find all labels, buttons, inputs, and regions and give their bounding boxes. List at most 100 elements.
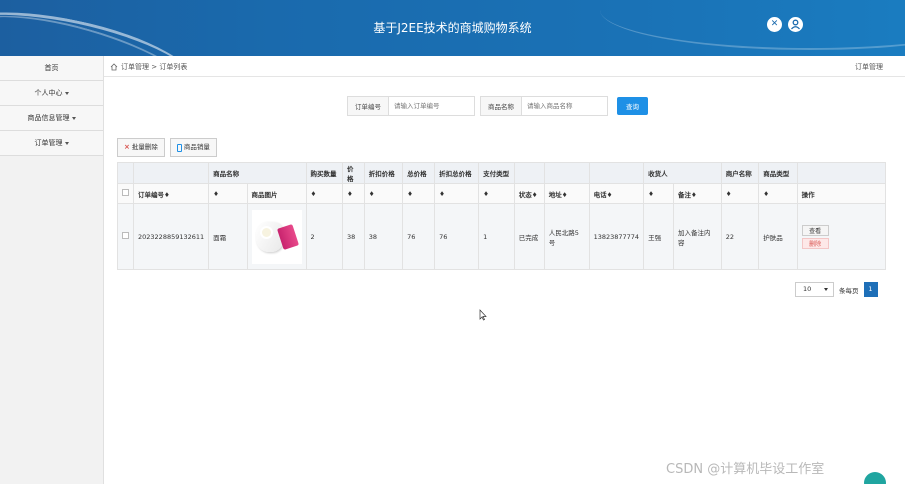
top-header: 基于J2EE技术的商城购物系统 ✕ (0, 0, 905, 56)
floating-action-button[interactable] (864, 472, 886, 484)
cell-discount-total: 76 (434, 203, 480, 270)
order-no-input[interactable] (389, 96, 475, 116)
col-receiver-sort[interactable]: ♦ (643, 183, 675, 204)
col-quantity-sort[interactable]: ♦ (305, 183, 344, 204)
cell-status: 已完成 (513, 203, 545, 270)
breadcrumb-bar: 订单管理 > 订单列表 订单管理 (104, 56, 905, 77)
breadcrumb-current: 订单管理 (855, 63, 883, 71)
sidebar-item-label: 首页 (44, 64, 59, 72)
watermark: CSDN @计算机毕设工作室 (666, 462, 825, 477)
caret-down-icon (64, 91, 69, 95)
page-number-button[interactable]: 1 (863, 282, 878, 297)
sort-icon: ♦ (483, 189, 489, 198)
cell-operations: 查看 删除 (796, 203, 887, 270)
header-cell (588, 162, 645, 184)
col-phone[interactable]: 电话♦ (588, 183, 645, 204)
cell-quantity: 2 (305, 203, 344, 270)
mouse-cursor-icon (479, 309, 487, 321)
sort-icon: ♦ (310, 189, 317, 198)
batch-delete-button[interactable]: × 批量删除 (117, 138, 165, 157)
sort-icon: ♦ (213, 189, 219, 198)
table-row: 2023228859132611 面霜 2 38 38 76 76 1 已完成 … (117, 203, 887, 270)
col-group-discount-total: 折扣总价格 (434, 162, 480, 184)
col-merchant-sort[interactable]: ♦ (720, 183, 760, 204)
cell-merchant: 22 (720, 203, 760, 270)
sort-icon: ♦ (648, 189, 654, 198)
close-icon: × (124, 143, 130, 151)
col-product-name-sort[interactable]: ♦ (208, 183, 248, 204)
col-order-no[interactable]: 订单编号♦ (132, 183, 210, 204)
col-operations: 操作 (796, 183, 887, 204)
sort-icon: ♦ (368, 189, 375, 198)
sidebar: 首页 个人中心 商品信息管理 订单管理 (0, 56, 104, 484)
order-table: 商品名称 购买数量 价格 折扣价格 总价格 折扣总价格 支付类型 收货人 商户名… (117, 162, 887, 270)
cell-receiver: 王强 (643, 203, 675, 270)
col-group-category: 商品类型 (758, 162, 798, 184)
cell-note: 加入备注内容 (673, 203, 722, 270)
col-total-sort[interactable]: ♦ (402, 183, 436, 204)
col-discount-total-sort[interactable]: ♦ (434, 183, 480, 204)
col-note[interactable]: 备注♦ (673, 183, 722, 204)
page-size-select[interactable]: 10 (795, 282, 834, 297)
sort-icon: ♦ (531, 190, 538, 199)
sidebar-item-home[interactable]: 首页 (0, 56, 103, 81)
col-label: 地址 (548, 190, 562, 199)
col-pay-type-sort[interactable]: ♦ (478, 183, 515, 204)
cell-discount-price: 38 (363, 203, 404, 270)
action-bar: × 批量删除 商品销量 (117, 138, 217, 157)
sort-icon: ♦ (725, 189, 732, 198)
sidebar-item-product-management[interactable]: 商品信息管理 (0, 106, 103, 131)
col-group-product-name: 商品名称 (208, 162, 307, 184)
col-label: 状态 (518, 190, 532, 199)
header-cell (513, 162, 545, 184)
user-icon[interactable] (788, 17, 803, 32)
sort-icon: ♦ (164, 190, 170, 199)
sidebar-item-label: 个人中心 (34, 89, 63, 97)
col-product-image: 商品图片 (246, 183, 307, 204)
mobile-icon (176, 143, 182, 152)
product-image (251, 209, 302, 264)
caret-down-icon (64, 141, 69, 145)
cell-pay-type: 1 (478, 203, 515, 270)
col-group-receiver: 收货人 (643, 162, 722, 184)
per-page-label: 条每页 (839, 286, 859, 295)
sales-button[interactable]: 商品销量 (169, 138, 217, 157)
col-discount-price-sort[interactable]: ♦ (363, 183, 404, 204)
col-label: 备注 (678, 190, 692, 199)
header-cell (543, 162, 590, 184)
select-all-checkbox[interactable] (117, 183, 134, 204)
settings-icon[interactable]: ✕ (767, 17, 782, 32)
delete-button[interactable]: 删除 (801, 237, 829, 249)
sort-icon: ♦ (561, 190, 568, 199)
sort-icon: ♦ (439, 189, 445, 198)
col-price-sort[interactable]: ♦ (342, 183, 365, 204)
sidebar-item-personal-center[interactable]: 个人中心 (0, 81, 103, 106)
col-group-total: 总价格 (402, 162, 436, 184)
col-group-pay-type: 支付类型 (478, 162, 515, 184)
sort-icon: ♦ (347, 189, 353, 198)
pagination: 10 条每页 1 (795, 282, 878, 297)
header-cell (796, 162, 887, 184)
col-address[interactable]: 地址♦ (543, 183, 590, 204)
view-button[interactable]: 查看 (801, 224, 829, 236)
col-group-discount-price: 折扣价格 (363, 162, 404, 184)
order-table-wrap: 商品名称 购买数量 价格 折扣价格 总价格 折扣总价格 支付类型 收货人 商户名… (117, 162, 887, 270)
col-group-quantity: 购买数量 (305, 162, 344, 184)
col-status[interactable]: 状态♦ (513, 183, 545, 204)
home-icon[interactable] (110, 63, 118, 71)
header-cell (132, 162, 210, 184)
product-name-input[interactable] (522, 96, 608, 116)
sidebar-item-order-management[interactable]: 订单管理 (0, 131, 103, 156)
cell-total: 76 (402, 203, 436, 270)
cell-price: 38 (342, 203, 365, 270)
row-checkbox[interactable] (117, 203, 134, 270)
order-no-label: 订单编号 (347, 96, 389, 116)
col-label: 电话 (593, 190, 607, 199)
sidebar-item-label: 商品信息管理 (27, 114, 70, 122)
search-button[interactable]: 查询 (617, 97, 648, 115)
cell-category: 护肤品 (758, 203, 798, 270)
cell-product-image (246, 203, 307, 270)
caret-down-icon (71, 116, 76, 120)
sort-icon: ♦ (763, 189, 770, 198)
col-category-sort[interactable]: ♦ (758, 183, 798, 204)
